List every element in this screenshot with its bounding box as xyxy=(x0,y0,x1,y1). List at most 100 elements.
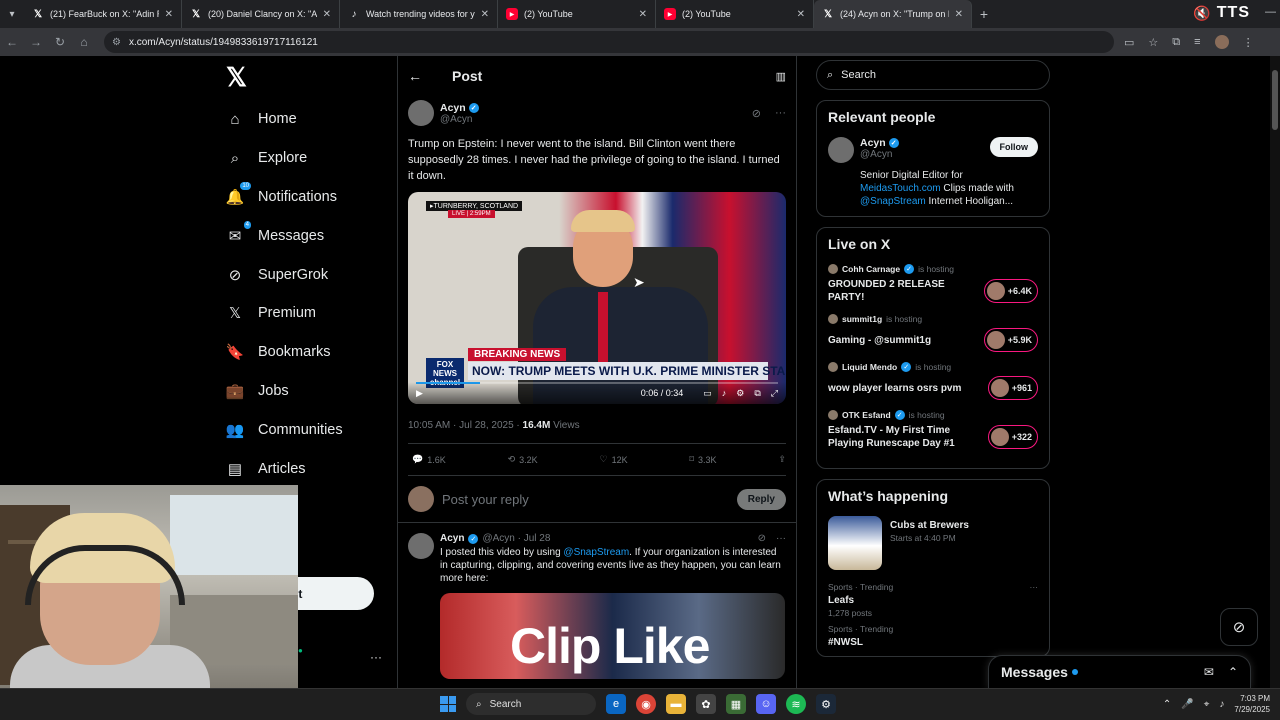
reload-icon[interactable]: ↻ xyxy=(48,35,72,49)
spotify-icon[interactable]: ≋ xyxy=(786,694,806,714)
close-icon[interactable]: ✕ xyxy=(323,9,331,20)
chrome-icon[interactable]: ◉ xyxy=(636,694,656,714)
more-icon[interactable]: ··· xyxy=(775,107,786,119)
trend-item[interactable]: Sports · Trending #NWSL xyxy=(828,624,1038,648)
browser-tab[interactable]: ▶ (2) YouTube ✕ xyxy=(498,0,656,28)
account-more-icon[interactable]: ··· xyxy=(370,650,382,664)
author-handle[interactable]: @Acyn xyxy=(440,114,479,125)
tray-expand-icon[interactable]: ⌃ xyxy=(1163,699,1171,710)
fullscreen-icon[interactable]: ⤢ xyxy=(771,388,778,399)
browser-tab[interactable]: ▶ (2) YouTube ✕ xyxy=(656,0,814,28)
follow-button[interactable]: Follow xyxy=(989,137,1038,157)
file-explorer-icon[interactable]: ▬ xyxy=(666,694,686,714)
mention-link[interactable]: @SnapStream xyxy=(563,547,629,558)
browser-tab[interactable]: 𝕏 (20) Daniel Clancy on X: "As hig ✕ xyxy=(182,0,340,28)
reply-action[interactable]: 💬 1.6K xyxy=(412,454,446,465)
nav-messages[interactable]: ✉ 4 Messages xyxy=(220,216,390,255)
microphone-icon[interactable]: 🎤 xyxy=(1181,699,1193,710)
nav-premium[interactable]: 𝕏 Premium xyxy=(220,294,390,333)
pip-icon[interactable]: ⧉ xyxy=(754,388,760,399)
nav-explore[interactable]: ⌕ Explore xyxy=(220,139,390,178)
more-icon[interactable]: ··· xyxy=(1030,582,1039,592)
page-scrollbar[interactable] xyxy=(1270,56,1280,688)
reply-author-name[interactable]: Acyn xyxy=(440,533,464,544)
bio-link[interactable]: MeidasTouch.com xyxy=(860,183,941,194)
browser-tab-active[interactable]: 𝕏 (24) Acyn on X: "Trump on Eps ✕ xyxy=(814,0,972,28)
like-action[interactable]: ♡ 12K xyxy=(599,454,627,465)
event-item[interactable]: Cubs at Brewers Starts at 4:40 PM xyxy=(828,516,1038,570)
profile-avatar[interactable] xyxy=(1214,35,1229,49)
forward-icon[interactable]: → xyxy=(24,35,48,49)
nav-articles[interactable]: ▤ Articles xyxy=(220,449,390,488)
avatar[interactable] xyxy=(408,100,434,126)
reply-tweet[interactable]: Acyn ✓ @Acyn · Jul 28 ⊘ ··· I posted thi… xyxy=(398,523,796,689)
share-icon[interactable]: ⇪ xyxy=(778,454,786,465)
nav-communities[interactable]: 👥 Communities xyxy=(220,410,390,449)
reader-icon[interactable]: ▥ xyxy=(776,70,786,83)
back-icon[interactable]: ← xyxy=(0,35,24,49)
volume-icon[interactable]: ♪ xyxy=(722,388,727,398)
repost-action[interactable]: ⟲ 3.2K xyxy=(508,454,538,465)
author-name[interactable]: Acyn ✓ xyxy=(440,102,479,114)
expand-icon[interactable]: ⌃ xyxy=(1228,665,1238,679)
person-name[interactable]: Acyn ✓ xyxy=(860,137,984,149)
nav-supergrok[interactable]: ⊘ SuperGrok xyxy=(220,255,390,294)
bookmark-action[interactable]: ⌑ 3.3K xyxy=(689,454,716,465)
bio-link[interactable]: @SnapStream xyxy=(860,196,926,207)
url-field[interactable]: ⚙ x.com/Acyn/status/1949833619717116121 xyxy=(104,31,1114,53)
messages-dock[interactable]: Messages ✉ ⌃ xyxy=(988,655,1251,688)
live-item[interactable]: OTK Esfand ✓ is hosting Esfand.TV - My Fir… xyxy=(828,410,1038,450)
grok-button[interactable]: ⊘ xyxy=(1220,608,1258,646)
cast-icon[interactable]: ▭ xyxy=(1124,36,1134,49)
reply-button[interactable]: Reply xyxy=(736,488,786,510)
search-input[interactable]: ⌕ Search xyxy=(816,60,1050,90)
video-player[interactable]: ▸TURNBERRY, SCOTLAND LIVE | 2:59PM BREAK… xyxy=(408,192,786,404)
trend-item[interactable]: Sports · Trending ··· Leafs 1,278 posts xyxy=(828,582,1038,618)
app-icon[interactable]: ✿ xyxy=(696,694,716,714)
edge-icon[interactable]: e xyxy=(606,694,626,714)
steam-icon[interactable]: ⚙ xyxy=(816,694,836,714)
nav-notifications[interactable]: 🔔 10 Notifications xyxy=(220,178,390,217)
home-browser-icon[interactable]: ⌂ xyxy=(72,35,96,49)
site-info-icon[interactable]: ⚙ xyxy=(112,37,121,48)
more-icon[interactable]: ··· xyxy=(776,533,786,544)
captions-icon[interactable]: ▭ xyxy=(703,388,712,399)
close-icon[interactable]: ✕ xyxy=(481,9,489,20)
back-arrow-icon[interactable]: ← xyxy=(408,68,422,84)
close-icon[interactable]: ✕ xyxy=(639,9,647,20)
reply-input[interactable]: Post your reply xyxy=(442,492,729,507)
tab-search-icon[interactable]: ▾ xyxy=(0,0,24,28)
live-item[interactable]: summit1g is hosting Gaming - @summit1g +5.… xyxy=(828,314,1038,352)
reading-list-icon[interactable]: ≡ xyxy=(1194,36,1200,48)
scrollbar-thumb[interactable] xyxy=(1272,70,1278,130)
avatar[interactable] xyxy=(408,533,434,559)
close-icon[interactable]: ✕ xyxy=(165,9,173,20)
taskbar-search[interactable]: ⌕ Search xyxy=(466,693,596,715)
nav-bookmarks[interactable]: 🔖 Bookmarks xyxy=(220,333,390,372)
menu-icon[interactable]: ⋮ xyxy=(1243,36,1254,49)
close-icon[interactable]: ✕ xyxy=(955,9,963,20)
x-logo[interactable]: 𝕏 xyxy=(226,62,390,100)
app-icon[interactable]: ▦ xyxy=(726,694,746,714)
nav-home[interactable]: ⌂ Home xyxy=(220,100,390,139)
avatar[interactable] xyxy=(828,137,854,163)
discord-icon[interactable]: ☺ xyxy=(756,694,776,714)
live-item[interactable]: Cohh Carnage ✓ is hosting GROUNDED 2 RELEA… xyxy=(828,264,1038,304)
grok-explain-icon[interactable]: ⊘ xyxy=(758,533,766,544)
browser-tab[interactable]: ♪ Watch trending videos for you ✕ xyxy=(340,0,498,28)
network-icon[interactable]: ⌖ xyxy=(1204,699,1210,710)
system-clock[interactable]: 7:03 PM 7/29/2025 xyxy=(1234,693,1270,715)
new-message-icon[interactable]: ✉ xyxy=(1204,665,1214,679)
minimize-icon[interactable]: — xyxy=(1265,6,1276,18)
reply-image[interactable]: Clip Like xyxy=(440,593,785,679)
nav-jobs[interactable]: 💼 Jobs xyxy=(220,372,390,411)
star-icon[interactable]: ☆ xyxy=(1148,36,1158,49)
play-icon[interactable]: ▶ xyxy=(416,388,423,399)
close-icon[interactable]: ✕ xyxy=(797,9,805,20)
tweet-timestamp[interactable]: 10:05 AM · Jul 28, 2025 · xyxy=(408,420,523,431)
live-item[interactable]: Liquid Mendo ✓ is hosting wow player learn… xyxy=(828,362,1038,400)
volume-icon[interactable]: ♪ xyxy=(1219,699,1224,710)
browser-tab[interactable]: 𝕏 (21) FearBuck on X: "Adin Ross ✕ xyxy=(24,0,182,28)
extensions-icon[interactable]: ⧉ xyxy=(1172,36,1180,49)
grok-explain-icon[interactable]: ⊘ xyxy=(752,107,761,120)
